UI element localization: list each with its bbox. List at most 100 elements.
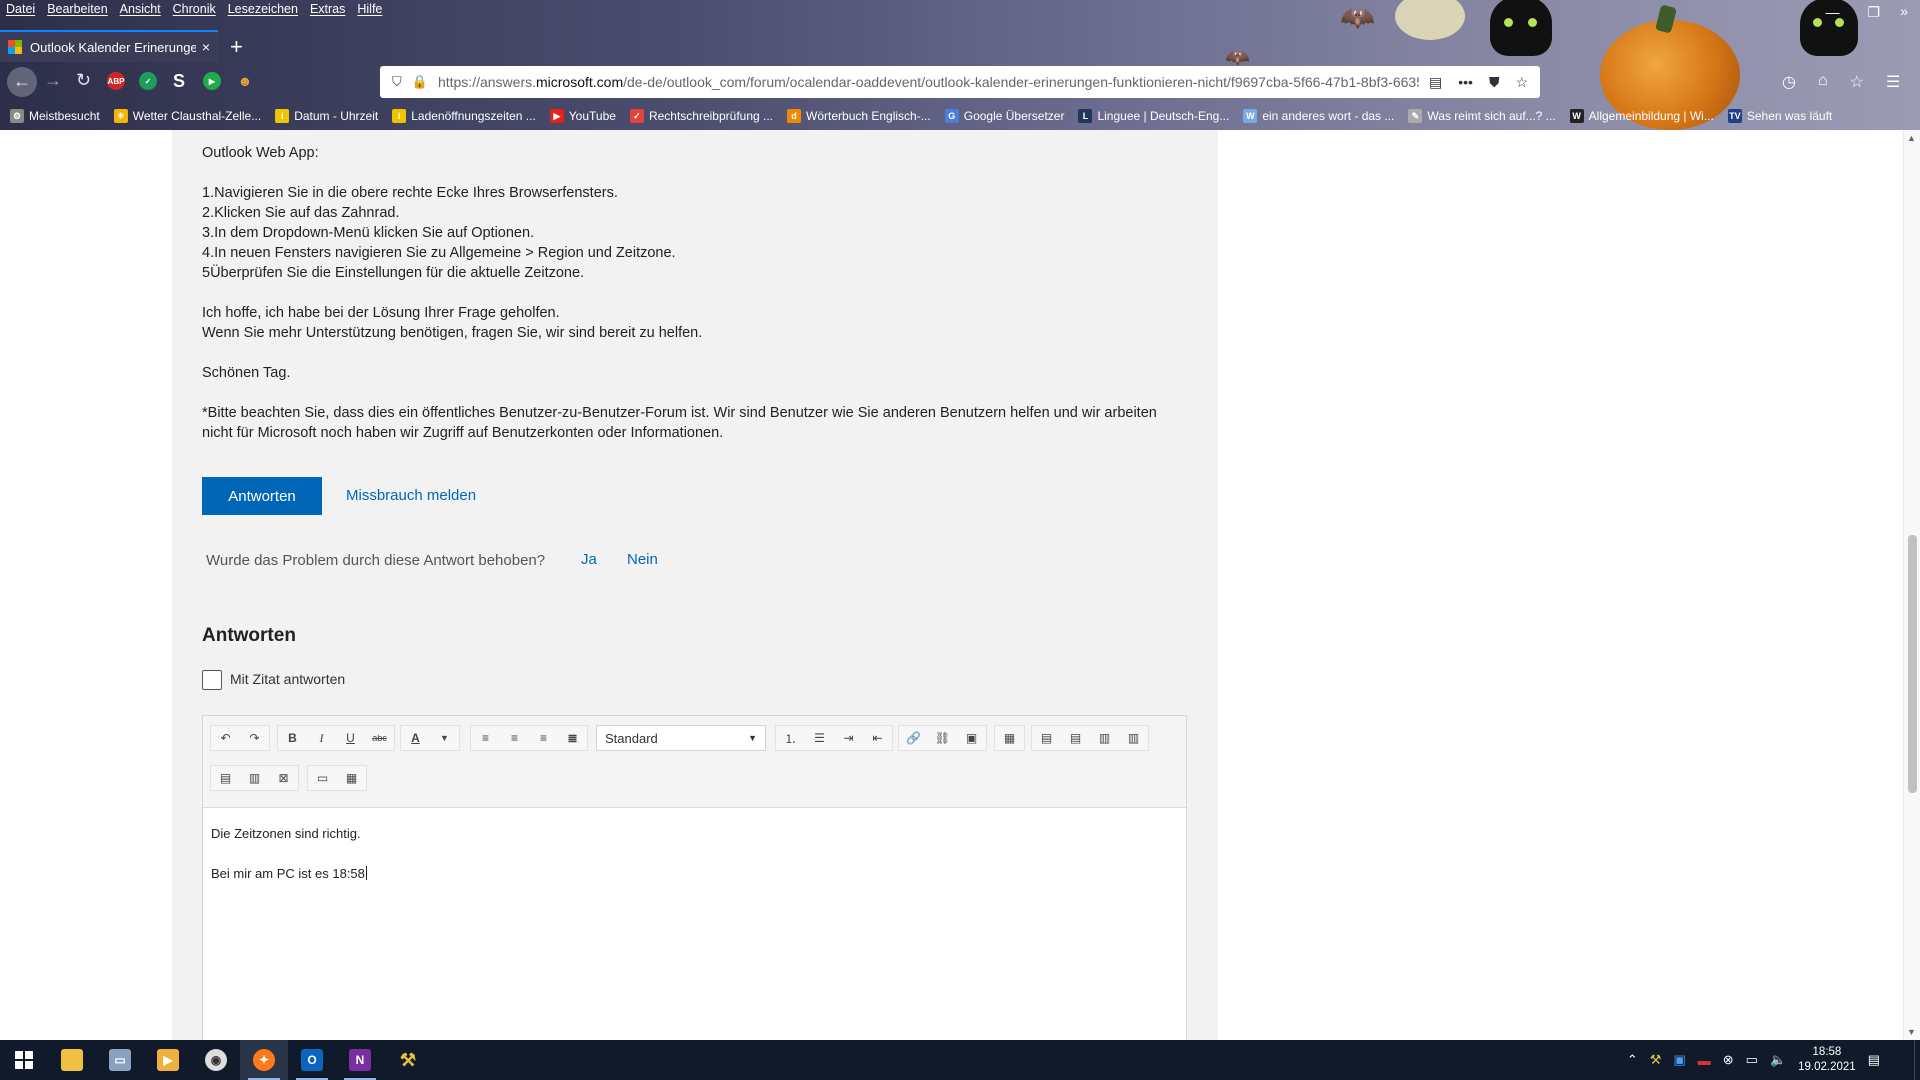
- table-row-below-icon[interactable]: ▤: [1061, 726, 1090, 750]
- link-icon[interactable]: 🔗: [899, 726, 928, 750]
- bookmark-item[interactable]: L Linguee | Deutsch-Eng...: [1078, 109, 1229, 123]
- bookmark-item[interactable]: ✓ Rechtschreibprüfung ...: [629, 109, 773, 123]
- shield-extension-icon[interactable]: ✓: [139, 72, 157, 90]
- lock-icon[interactable]: 🔒: [412, 74, 428, 90]
- indent-icon[interactable]: ⇥: [834, 726, 863, 750]
- menu-datei[interactable]: Datei: [0, 0, 41, 20]
- underline-icon[interactable]: U: [336, 726, 365, 750]
- taskbar-firefox[interactable]: ✦: [240, 1040, 288, 1080]
- bookmark-item[interactable]: ⚙ Meistbesucht: [10, 109, 100, 123]
- reader-view-icon[interactable]: ▤: [1429, 74, 1442, 91]
- scroll-up-icon[interactable]: ▲: [1907, 133, 1916, 143]
- helpful-no-link[interactable]: Nein: [627, 551, 658, 568]
- delete-table-icon[interactable]: ⊠: [269, 766, 298, 790]
- reload-button[interactable]: ↻: [76, 70, 91, 91]
- more-actions-icon[interactable]: •••: [1458, 74, 1473, 91]
- merge-cells-icon[interactable]: ▭: [308, 766, 337, 790]
- close-tab-icon[interactable]: ×: [202, 39, 210, 55]
- forward-button[interactable]: →: [44, 70, 62, 91]
- menu-chronik[interactable]: Chronik: [167, 0, 222, 20]
- bullet-list-icon[interactable]: ☰: [805, 726, 834, 750]
- scroll-thumb[interactable]: [1908, 535, 1917, 793]
- bookmark-item[interactable]: G Google Übersetzer: [944, 109, 1064, 123]
- redo-icon[interactable]: ↷: [240, 726, 269, 750]
- reply-button[interactable]: Antworten: [202, 477, 322, 515]
- font-color-icon[interactable]: A: [401, 726, 430, 750]
- tracking-shield-icon[interactable]: ⛉: [392, 74, 402, 90]
- play-extension-icon[interactable]: ▶: [203, 72, 221, 90]
- tray-chevron-up-icon[interactable]: ⌃: [1627, 1052, 1638, 1068]
- unlink-icon[interactable]: ⛓: [928, 726, 957, 750]
- bookmark-item[interactable]: W Allgemeinbildung | Wi...: [1569, 109, 1714, 123]
- hamburger-menu-icon[interactable]: ☰: [1886, 72, 1900, 92]
- bookmark-item[interactable]: i Datum - Uhrzeit: [275, 109, 378, 123]
- table-col-right-icon[interactable]: ▥: [1119, 726, 1148, 750]
- bookmark-item[interactable]: d Wörterbuch Englisch-...: [787, 109, 931, 123]
- quote-checkbox[interactable]: [202, 670, 222, 690]
- align-left-icon[interactable]: ≡: [471, 726, 500, 750]
- bookmark-star-icon[interactable]: ☆: [1515, 74, 1528, 91]
- justify-icon[interactable]: ≣: [558, 726, 587, 750]
- table-row-above-icon[interactable]: ▤: [1032, 726, 1061, 750]
- minimize-icon[interactable]: —: [1825, 4, 1839, 21]
- chevron-more-icon[interactable]: »: [1900, 3, 1908, 19]
- tray-app-icon[interactable]: ⚒: [1650, 1052, 1662, 1068]
- split-cells-icon[interactable]: ▦: [337, 766, 366, 790]
- maximize-icon[interactable]: ❐: [1867, 4, 1880, 21]
- taskbar-desktop-app[interactable]: ▭: [96, 1040, 144, 1080]
- italic-icon[interactable]: I: [307, 726, 336, 750]
- network-icon[interactable]: ▭: [1746, 1052, 1758, 1068]
- outdent-icon[interactable]: ⇤: [863, 726, 892, 750]
- new-tab-button[interactable]: +: [230, 34, 243, 60]
- tray-xbox-icon[interactable]: ⊗: [1723, 1052, 1734, 1068]
- home-icon[interactable]: ⌂: [1818, 72, 1828, 92]
- s-extension-icon[interactable]: S: [170, 71, 188, 91]
- taskbar-media-app[interactable]: ▶: [144, 1040, 192, 1080]
- scroll-down-icon[interactable]: ▼: [1907, 1027, 1916, 1037]
- image-icon[interactable]: ▣: [957, 726, 986, 750]
- menu-lesezeichen[interactable]: Lesezeichen: [222, 0, 304, 20]
- tray-outlook-icon[interactable]: ▣: [1673, 1052, 1685, 1068]
- menu-extras[interactable]: Extras: [304, 0, 351, 20]
- taskbar-onenote[interactable]: N: [336, 1040, 384, 1080]
- numbered-list-icon[interactable]: ⒈: [776, 726, 805, 750]
- history-icon[interactable]: ◷: [1782, 72, 1796, 92]
- taskbar-clock[interactable]: 18:58 19.02.2021: [1798, 1045, 1856, 1075]
- delete-row-icon[interactable]: ▤: [211, 766, 240, 790]
- pocket-icon[interactable]: ⛊: [1489, 74, 1500, 91]
- start-button[interactable]: [0, 1040, 48, 1080]
- taskbar-tool-app[interactable]: ⚒: [384, 1040, 432, 1080]
- bookmarks-menu-icon[interactable]: ☆: [1850, 72, 1864, 92]
- url-text[interactable]: https://answers.microsoft.com/de-de/outl…: [438, 74, 1419, 90]
- taskbar-disc-app[interactable]: ◉: [192, 1040, 240, 1080]
- chevron-down-icon[interactable]: ▼: [430, 726, 459, 750]
- align-center-icon[interactable]: ≡: [500, 726, 529, 750]
- editor-body[interactable]: Die Zeitzonen sind richtig. Bei mir am P…: [203, 808, 1186, 920]
- bold-icon[interactable]: B: [278, 726, 307, 750]
- page-scrollbar[interactable]: ▲ ▼: [1903, 130, 1920, 1040]
- volume-icon[interactable]: 🔈: [1770, 1052, 1786, 1068]
- bookmark-item[interactable]: ▶ YouTube: [549, 109, 616, 123]
- menu-hilfe[interactable]: Hilfe: [351, 0, 388, 20]
- lingo-extension-icon[interactable]: ☻: [236, 72, 254, 90]
- format-select[interactable]: Standard ▼: [596, 725, 766, 751]
- bookmark-item[interactable]: i Ladenöffnungszeiten ...: [392, 109, 536, 123]
- menu-bearbeiten[interactable]: Bearbeiten: [41, 0, 113, 20]
- menu-ansicht[interactable]: Ansicht: [114, 0, 167, 20]
- taskbar-outlook[interactable]: O: [288, 1040, 336, 1080]
- back-button[interactable]: ←: [7, 67, 37, 97]
- table-icon[interactable]: ▦: [995, 726, 1024, 750]
- strikethrough-icon[interactable]: abc: [365, 726, 394, 750]
- table-col-left-icon[interactable]: ▥: [1090, 726, 1119, 750]
- delete-col-icon[interactable]: ▥: [240, 766, 269, 790]
- undo-icon[interactable]: ↶: [211, 726, 240, 750]
- notification-icon[interactable]: ▤: [1868, 1052, 1880, 1068]
- align-right-icon[interactable]: ≡: [529, 726, 558, 750]
- bookmark-item[interactable]: ✎ Was reimt sich auf...? ...: [1408, 109, 1556, 123]
- bookmark-item[interactable]: ☀ Wetter Clausthal-Zelle...: [113, 109, 261, 123]
- show-desktop-button[interactable]: [1914, 1040, 1920, 1080]
- helpful-yes-link[interactable]: Ja: [581, 551, 597, 568]
- url-bar[interactable]: ⛉ 🔒 https://answers.microsoft.com/de-de/…: [380, 66, 1540, 98]
- adblock-icon[interactable]: ABP: [107, 72, 125, 90]
- taskbar-explorer[interactable]: [48, 1040, 96, 1080]
